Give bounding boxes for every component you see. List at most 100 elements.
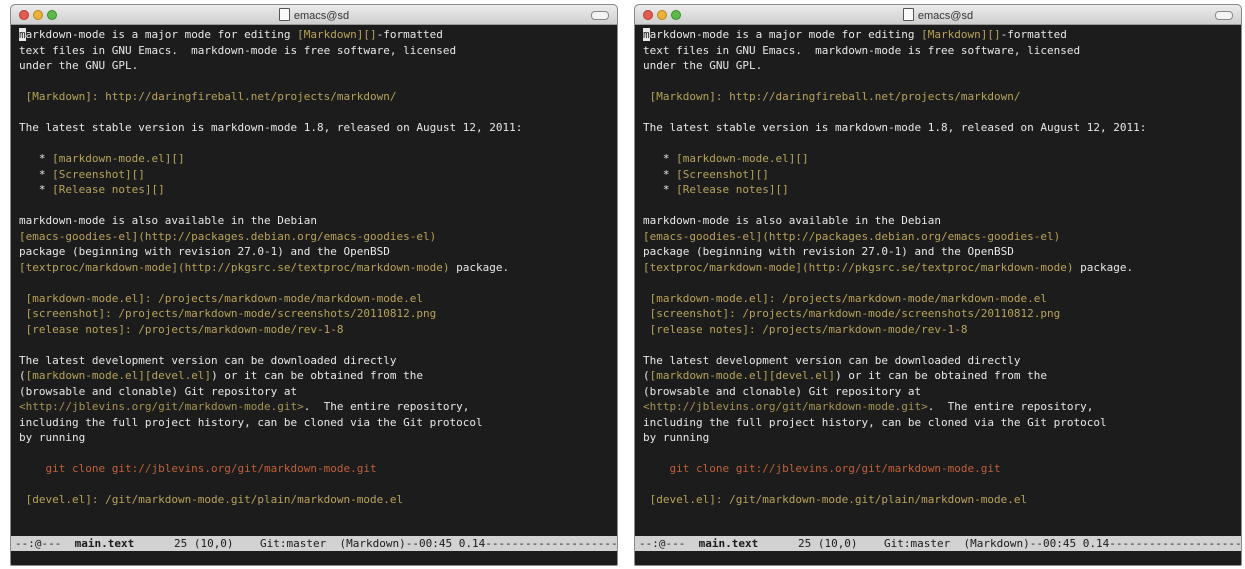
buffer-text: The latest development version can be do… [643,353,1021,367]
buffer-text: ) or it can be obtained from the [211,369,423,382]
buffer-line: text files in GNU Emacs. markdown-mode i… [19,43,611,59]
buffer-line: The latest development version can be do… [643,353,1235,369]
buffer-text: (browsable and clonable) Git repository … [643,384,922,398]
buffer-text: by running [19,431,86,444]
markup-text: <http://jblevins.org/git/markdown-mode.g… [19,400,304,413]
buffer-line: * [Release notes][] [19,182,611,198]
markup-text: [Release notes][] [52,183,165,196]
markup-text: [emacs-goodies-el](http://packages.debia… [643,229,1061,243]
buffer-line: The latest stable version is markdown-mo… [19,120,611,136]
buffer-line: markdown-mode is a major mode for editin… [19,27,611,43]
buffer-text: markdown-mode is also available in the D… [19,214,318,227]
buffer-line: including the full project history, can … [643,415,1235,431]
buffer-text: package (beginning with revision 27.0-1)… [19,245,390,258]
mode-line: --:@--- main.text 25 (10,0) Git:master (… [635,536,1241,551]
buffer-line: under the GNU GPL. [643,58,1235,74]
buffer-line [643,446,1235,462]
buffer-line: [devel.el]: /git/markdown-mode.git/plain… [19,492,611,508]
buffer-line [19,275,611,291]
buffer-line [643,198,1235,214]
buffer-line: (browsable and clonable) Git repository … [643,384,1235,400]
emacs-window-left: emacs@sd markdown-mode is a major mode f… [10,4,618,566]
markup-text: [markdown-mode.el]: /projects/markdown-m… [19,291,423,305]
buffer-line: package (beginning with revision 27.0-1)… [19,244,611,260]
buffer-text: -formatted [376,28,443,41]
buffer-line: [Markdown]: http://daringfireball.net/pr… [19,89,611,105]
title-bar[interactable]: emacs@sd [11,5,617,25]
buffer-text: arkdown-mode is a major mode for editing [649,28,922,41]
buffer-text: * [19,167,53,181]
title-bar[interactable]: emacs@sd [635,5,1241,25]
markup-text: [markdown-mode.el][] [52,152,185,165]
buffer-line: (browsable and clonable) Git repository … [19,384,611,400]
buffer-line: * [markdown-mode.el][] [643,151,1235,167]
text-cursor: m [19,28,26,41]
buffer-text: including the full project history, can … [643,415,1107,429]
modeline-info: 25 (10,0) Git:master (Markdown)--00:45 0… [134,537,617,550]
window-title-text: emacs@sd [293,10,350,22]
buffer-line: [screenshot]: /projects/markdown-mode/sc… [643,306,1235,322]
buffer-line: [emacs-goodies-el](http://packages.debia… [643,229,1235,245]
buffer-line [643,275,1235,291]
buffer-line: markdown-mode is a major mode for editin… [643,27,1235,43]
markup-text: [screenshot]: /projects/markdown-mode/sc… [643,307,1061,320]
buffer-line: [markdown-mode.el]: /projects/markdown-m… [643,291,1235,307]
markup-text: [textproc/markdown-mode](http://pkgsrc.s… [19,260,450,274]
buffer-text: text files in GNU Emacs. markdown-mode i… [643,43,1081,57]
buffer-line: The latest stable version is markdown-mo… [643,120,1235,136]
markup-text: [Screenshot][] [52,167,145,181]
markup-text: [devel.el]: /git/markdown-mode.git/plain… [19,493,404,506]
buffer-line: under the GNU GPL. [19,58,611,74]
buffer-text: text files in GNU Emacs. markdown-mode i… [19,43,457,57]
toolbar-toggle-button[interactable] [1215,11,1233,20]
text-buffer[interactable]: markdown-mode is a major mode for editin… [643,27,1235,535]
buffer-text: -formatted [1000,28,1067,41]
buffer-line: [release notes]: /projects/markdown-mode… [19,322,611,338]
buffer-line: [textproc/markdown-mode](http://pkgsrc.s… [643,260,1235,276]
buffer-line [643,337,1235,353]
markup-text: git clone git://jblevins.org/git/markdow… [643,462,1001,475]
buffer-line: The latest development version can be do… [19,353,611,369]
buffer-line: text files in GNU Emacs. markdown-mode i… [643,43,1235,59]
buffer-line: <http://jblevins.org/git/markdown-mode.g… [643,399,1235,415]
buffer-line [643,477,1235,493]
markup-text: git clone git://jblevins.org/git/markdow… [19,462,377,475]
mode-line: --:@--- main.text 25 (10,0) Git:master (… [11,536,617,551]
buffer-line: * [Screenshot][] [19,167,611,183]
buffer-text: * [19,183,53,196]
buffer-line [19,337,611,353]
buffer-text: including the full project history, can … [19,415,483,429]
buffer-text: under the GNU GPL. [643,59,763,72]
modeline-buffer-name: main.text [74,537,135,550]
buffer-line: [screenshot]: /projects/markdown-mode/sc… [19,306,611,322]
buffer-line: * [markdown-mode.el][] [19,151,611,167]
buffer-text: * [19,152,53,165]
buffer-text: . The entire repository, [303,400,470,413]
buffer-line: including the full project history, can … [19,415,611,431]
buffer-line: <http://jblevins.org/git/markdown-mode.g… [19,399,611,415]
buffer-line: [markdown-mode.el]: /projects/markdown-m… [19,291,611,307]
document-icon [278,8,290,21]
buffer-text: (browsable and clonable) Git repository … [19,384,298,398]
buffer-line: markdown-mode is also available in the D… [643,213,1235,229]
buffer-line [19,136,611,152]
buffer-line: git clone git://jblevins.org/git/markdow… [643,461,1235,477]
window-title: emacs@sd [11,8,617,22]
window-title-text: emacs@sd [917,10,974,22]
markup-text: [emacs-goodies-el](http://packages.debia… [19,229,437,243]
buffer-text: package. [449,260,510,274]
minibuffer[interactable] [11,551,617,565]
minibuffer[interactable] [635,551,1241,565]
buffer-line [643,136,1235,152]
text-buffer[interactable]: markdown-mode is a major mode for editin… [19,27,611,535]
markup-text: [devel.el]: /git/markdown-mode.git/plain… [643,493,1028,506]
buffer-line: package (beginning with revision 27.0-1)… [643,244,1235,260]
toolbar-toggle-button[interactable] [591,11,609,20]
buffer-line [19,446,611,462]
markup-text: [screenshot]: /projects/markdown-mode/sc… [19,307,437,320]
buffer-line: ([markdown-mode.el][devel.el]) or it can… [19,368,611,384]
markup-text: [markdown-mode.el][devel.el] [649,369,836,382]
buffer-line: markdown-mode is also available in the D… [19,213,611,229]
buffer-text: * [643,152,677,165]
buffer-line: * [Screenshot][] [643,167,1235,183]
